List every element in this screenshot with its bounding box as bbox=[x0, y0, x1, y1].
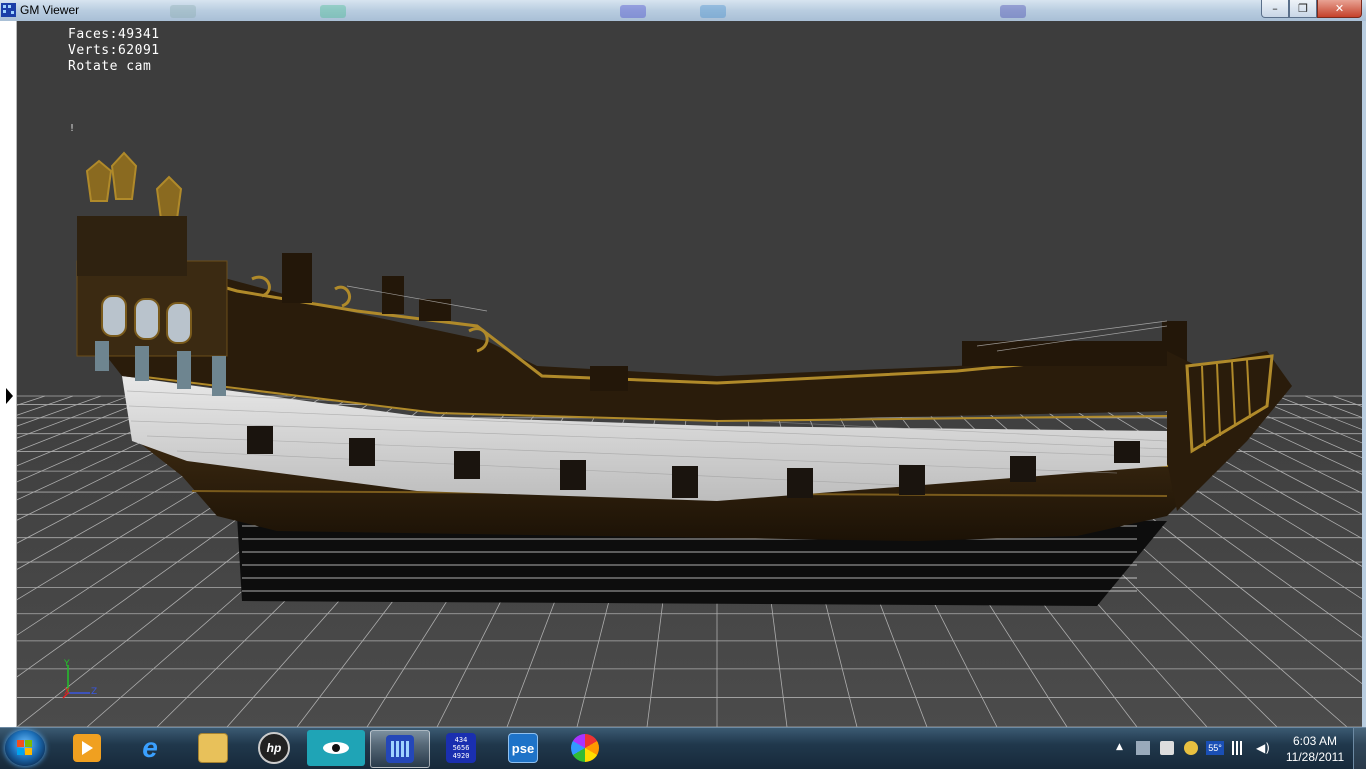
taskbar-eye-app[interactable] bbox=[307, 730, 365, 766]
taskbar: e hp 434 5656 4920 pse ▲ 55° ◀) 6:03 AM … bbox=[0, 727, 1366, 769]
minimize-button[interactable]: – bbox=[1261, 0, 1289, 18]
taskbar-calculator-app[interactable]: 434 5656 4920 bbox=[432, 730, 490, 766]
background-artifact bbox=[170, 5, 196, 18]
internet-explorer-icon: e bbox=[142, 732, 158, 763]
background-artifact bbox=[1000, 5, 1026, 18]
show-desktop-button[interactable] bbox=[1353, 728, 1366, 769]
axis-z-label: Z bbox=[91, 687, 98, 697]
stern-lanterns bbox=[85, 151, 183, 220]
window-frame-right bbox=[1362, 21, 1366, 727]
clock-date: 11/28/2011 bbox=[1285, 750, 1345, 764]
taskbar-picasa[interactable] bbox=[556, 730, 614, 766]
taskbar-pse[interactable]: pse bbox=[494, 730, 552, 766]
clipboard-icon[interactable] bbox=[1160, 741, 1174, 755]
taskbar-file-explorer[interactable] bbox=[184, 730, 242, 766]
background-artifact bbox=[320, 5, 346, 18]
close-button[interactable]: ✕ bbox=[1317, 0, 1362, 18]
background-artifact bbox=[620, 5, 646, 18]
side-panel bbox=[0, 21, 17, 727]
window-title: GM Viewer bbox=[20, 3, 80, 17]
network-status-icon[interactable] bbox=[1136, 741, 1150, 755]
volume-icon[interactable]: ◀) bbox=[1256, 741, 1270, 755]
file-explorer-icon bbox=[198, 733, 228, 763]
origin-marker: ! bbox=[70, 123, 75, 134]
picasa-icon bbox=[571, 734, 599, 762]
window-controls: – ❐ ✕ bbox=[1261, 0, 1362, 18]
start-button[interactable] bbox=[5, 730, 45, 766]
temperature-badge[interactable]: 55° bbox=[1206, 741, 1224, 755]
show-hidden-icons-icon[interactable]: ▲ bbox=[1116, 742, 1123, 752]
background-artifact bbox=[700, 5, 726, 18]
faces-count: Faces:49341 bbox=[68, 27, 160, 42]
clock-time: 6:03 AM bbox=[1292, 734, 1338, 748]
stern-windows bbox=[101, 295, 192, 344]
taskbar-media-player[interactable] bbox=[58, 730, 116, 766]
signal-strength-icon[interactable] bbox=[1232, 741, 1246, 755]
taskbar-internet-explorer[interactable]: e bbox=[121, 730, 179, 766]
axis-y-label: Y bbox=[64, 659, 70, 669]
gm-viewer-app-icon bbox=[1, 3, 16, 17]
eye-app-icon bbox=[322, 734, 350, 762]
media-player-icon bbox=[73, 734, 101, 762]
poop-deck bbox=[77, 216, 187, 276]
pse-icon: pse bbox=[508, 733, 538, 763]
gm-viewer-icon bbox=[386, 735, 414, 763]
taskbar-gm-viewer[interactable] bbox=[370, 730, 430, 768]
scene-stats: Faces:49341 Verts:62091 Rotate cam bbox=[68, 27, 160, 75]
verts-count: Verts:62091 bbox=[68, 43, 160, 58]
taskbar-hp[interactable]: hp bbox=[245, 730, 303, 766]
title-bar: GM Viewer – ❐ ✕ bbox=[0, 0, 1366, 21]
calculator-app-icon: 434 5656 4920 bbox=[446, 733, 476, 763]
hp-icon: hp bbox=[258, 732, 290, 764]
camera-mode: Rotate cam bbox=[68, 59, 152, 74]
windows-logo-icon bbox=[17, 740, 33, 756]
expand-panel-arrow-icon[interactable] bbox=[6, 388, 13, 404]
3d-viewport[interactable]: Faces:49341 Verts:62091 Rotate cam ! Y X… bbox=[17, 21, 1362, 727]
axis-x-label: X bbox=[64, 687, 71, 697]
security-icon[interactable] bbox=[1184, 741, 1198, 755]
system-clock[interactable]: 6:03 AM 11/28/2011 bbox=[1280, 733, 1350, 765]
maximize-button[interactable]: ❐ bbox=[1289, 0, 1317, 18]
scene bbox=[17, 151, 1362, 727]
